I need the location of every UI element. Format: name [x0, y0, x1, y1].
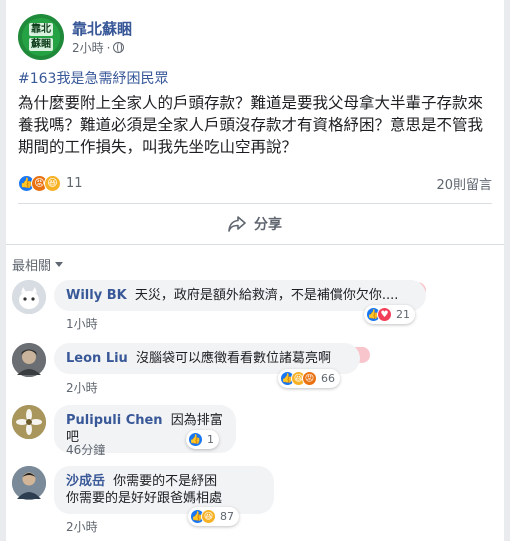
comment-text: 天災，政府是額外給救濟，不是補償你欠你.... [134, 288, 399, 303]
commenter-avatar[interactable] [12, 405, 46, 439]
commenter-name[interactable]: Pulipuli Chen [66, 413, 163, 428]
comment-sort-dropdown[interactable]: 最相關 [12, 255, 64, 274]
post-reactions-row: 👍 😡 😆 11 20則留言 [18, 173, 492, 193]
comment-bubble: 沙成岳 你需要的不是紓困 你需要的是好好跟爸媽相處 [54, 466, 274, 514]
comment-reaction-count: 87 [220, 510, 234, 523]
share-button[interactable]: 分享 [6, 210, 504, 238]
sort-label: 最相關 [12, 259, 52, 274]
comment-item: Pulipuli Chen 因為排富吧 👍 1 46分鐘 [12, 405, 486, 457]
post-meta: 2小時 · [72, 39, 125, 56]
reaction-count[interactable]: 11 [66, 176, 83, 191]
comment-reaction-count: 21 [396, 308, 410, 321]
commenter-avatar[interactable] [12, 466, 46, 500]
comment-item: Willy BK 天災，政府是額外給救濟，不是補償你欠你.... 👍 ♥ 21 … [12, 280, 486, 332]
chevron-down-icon [55, 262, 64, 267]
comment-time[interactable]: 1小時 [66, 315, 98, 332]
commenter-name[interactable]: Willy BK [66, 288, 127, 303]
comment-item: 沙成岳 你需要的不是紓困 你需要的是好好跟爸媽相處 👍 😆 87 2小時 [12, 466, 486, 536]
comment-reactions[interactable]: 👍 1 [186, 430, 219, 449]
comment-time[interactable]: 2小時 [66, 379, 98, 396]
comment-time[interactable]: 2小時 [66, 518, 98, 535]
post-card: 靠北 蘇睏 靠北蘇睏 2小時 · #163我是急需紓困民眾 為什麼要附上全家人的… [6, 0, 504, 541]
comment-time[interactable]: 46分鐘 [66, 441, 105, 458]
commenter-avatar[interactable] [12, 343, 46, 377]
share-label: 分享 [254, 217, 282, 233]
share-icon [228, 216, 246, 232]
avatar-text-top: 靠北 [29, 23, 53, 36]
meta-dot: · [106, 40, 111, 55]
globe-icon [113, 42, 125, 53]
comment-count[interactable]: 20則留言 [436, 174, 492, 193]
comment-reactions[interactable]: 👍 😆 87 [188, 507, 239, 526]
angry-reaction-icon: 😡 [302, 371, 317, 386]
like-reaction-icon: 👍 [188, 432, 203, 447]
commenter-name[interactable]: Leon Liu [66, 351, 128, 366]
comment-item: Leon Liu 沒腦袋可以應徵看看數位諸葛亮啊 👍 😆 😡 66 2小時 [12, 343, 486, 395]
avatar-text-bottom: 蘇睏 [29, 38, 53, 51]
post-time[interactable]: 2小時 [72, 39, 104, 56]
divider [18, 203, 492, 204]
comment-reactions[interactable]: 👍 😆 😡 66 [278, 369, 340, 388]
section-divider [6, 244, 504, 245]
haha-reaction-icon[interactable]: 😆 [44, 174, 61, 192]
comment-reaction-count: 66 [321, 372, 335, 385]
page-avatar[interactable]: 靠北 蘇睏 [18, 14, 64, 60]
haha-reaction-icon: 😆 [201, 509, 216, 524]
comment-text: 沒腦袋可以應徵看看數位諸葛亮啊 [135, 351, 331, 366]
comment-text-line-1: 你需要的不是紓困 [113, 474, 218, 489]
comment-reaction-count: 1 [207, 433, 214, 446]
comment-reactions[interactable]: 👍 ♥ 21 [364, 305, 415, 324]
commenter-name[interactable]: 沙成岳 [66, 474, 105, 489]
comment-text-line-2: 你需要的是好好跟爸媽相處 [66, 491, 223, 506]
post-hashtag[interactable]: #163我是急需紓困民眾 [18, 68, 168, 88]
post-text: 為什麼要附上全家人的戶頭存款？難道是要我父母拿大半輩子存款來養我嗎？難道必須是全… [18, 94, 484, 156]
love-reaction-icon: ♥ [377, 307, 392, 322]
page-name[interactable]: 靠北蘇睏 [72, 18, 132, 39]
commenter-avatar[interactable] [12, 280, 46, 314]
